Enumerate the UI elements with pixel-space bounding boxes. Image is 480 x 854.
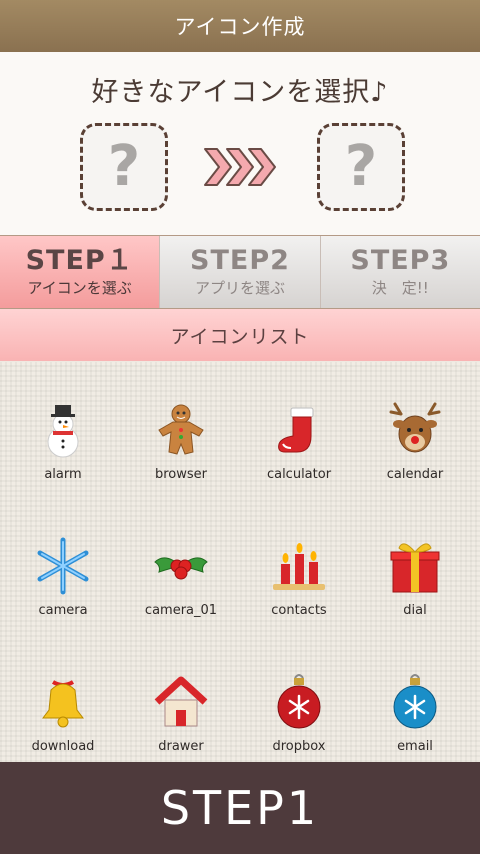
icon-label: contacts — [271, 603, 327, 618]
app-title-bar: アイコン作成 — [0, 0, 480, 52]
icon-list-header: アイコンリスト — [0, 309, 480, 361]
gingerbread-icon — [158, 404, 204, 455]
current-step-footer: STEP1 — [0, 762, 480, 854]
stocking-icon — [278, 407, 314, 453]
icon-label: dial — [403, 603, 427, 618]
holly-icon — [154, 557, 208, 580]
current-step-label: STEP1 — [160, 781, 320, 835]
step3-title: STEP3 — [350, 245, 451, 276]
blue-ornament-icon — [393, 674, 437, 729]
icon-item-calendar[interactable]: calendar — [360, 362, 470, 482]
step-tabs: STEP１ アイコンを選ぶ STEP2 アプリを選ぶ STEP3 決 定!! — [0, 235, 480, 309]
gift-icon — [390, 543, 440, 593]
icon-label: download — [31, 739, 95, 754]
tab-step2[interactable]: STEP2 アプリを選ぶ — [160, 236, 321, 308]
icon-item-email[interactable]: email — [360, 634, 470, 754]
bell-icon — [42, 680, 84, 728]
candles-icon — [273, 543, 325, 590]
svg-text:?: ? — [108, 135, 140, 199]
icon-item-browser[interactable]: browser — [126, 362, 236, 482]
tab-step3[interactable]: STEP3 決 定!! — [320, 236, 480, 308]
icon-item-calculator[interactable]: calculator — [244, 362, 354, 482]
snowman-icon — [47, 405, 79, 458]
icon-label: calendar — [386, 467, 444, 482]
icon-item-dial[interactable]: dial — [360, 498, 470, 618]
step1-title: STEP１ — [25, 245, 134, 276]
step1-subtitle: アイコンを選ぶ — [27, 279, 132, 297]
icon-label: calculator — [266, 467, 332, 482]
icon-label: dropbox — [272, 739, 326, 754]
triple-chevron-arrow-icon — [204, 148, 276, 186]
icon-item-dropbox[interactable]: dropbox — [244, 634, 354, 754]
instruction-heading: 好きなアイコンを選択♪ — [91, 77, 389, 108]
icon-label: drawer — [158, 739, 204, 754]
icon-label: camera — [38, 603, 88, 618]
icon-label: camera_01 — [144, 603, 218, 618]
selected-icon-slot[interactable]: ? — [80, 123, 168, 211]
house-icon — [154, 676, 208, 727]
icon-item-camera[interactable]: camera — [8, 498, 118, 618]
step3-subtitle: 決 定!! — [371, 279, 429, 297]
icon-list-title: アイコンリスト — [170, 325, 310, 348]
tab-step1[interactable]: STEP１ アイコンを選ぶ — [0, 236, 161, 308]
step2-subtitle: アプリを選ぶ — [194, 279, 285, 297]
step2-title: STEP2 — [190, 245, 290, 276]
snowflake-icon — [37, 537, 89, 595]
app-title: アイコン作成 — [174, 15, 306, 39]
svg-text:?: ? — [345, 135, 377, 199]
icon-item-alarm[interactable]: alarm — [8, 362, 118, 482]
icon-item-contacts[interactable]: contacts — [244, 498, 354, 618]
icon-item-download[interactable]: download — [8, 634, 118, 754]
red-ornament-icon — [277, 674, 321, 729]
icon-grid: alarm browser calculator calendar camera… — [0, 362, 480, 762]
icon-label: email — [397, 739, 433, 754]
icon-item-drawer[interactable]: drawer — [126, 634, 236, 754]
question-mark-icon: ? — [345, 135, 377, 199]
reindeer-icon — [389, 402, 441, 453]
icon-label: alarm — [44, 467, 82, 482]
question-mark-icon: ? — [108, 135, 140, 199]
selected-app-slot[interactable]: ? — [317, 123, 405, 211]
icon-label: browser — [154, 467, 207, 482]
icon-item-camera_01[interactable]: camera_01 — [126, 498, 236, 618]
